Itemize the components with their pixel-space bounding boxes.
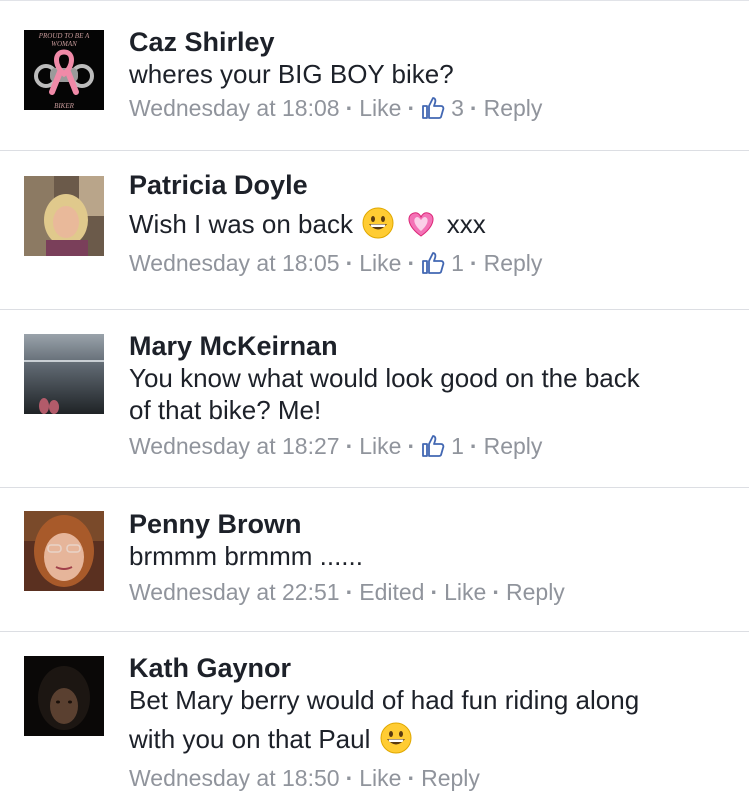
comment-timestamp[interactable]: Wednesday at 18:50 [129,765,340,791]
avatar[interactable] [24,511,104,591]
comment-meta: Wednesday at 22:51 · Edited · Like · Reply [129,576,729,608]
reply-button[interactable]: Reply [484,433,543,459]
like-count: 3 [451,95,464,121]
like-button[interactable]: Like [359,95,401,121]
meta-separator: · [469,95,478,121]
reaction-count[interactable]: 1 [421,250,464,276]
avatar-image [24,334,104,414]
avatar[interactable] [24,656,104,736]
meta-separator: · [469,433,478,459]
comment-author[interactable]: Mary McKeirnan [129,330,729,362]
sparkling-heart-emoji [408,212,434,237]
avatar-image [24,656,104,736]
like-button[interactable]: Like [359,765,401,791]
comment-text-line: You know what would look good on the bac… [129,363,640,393]
grinning-face-emoji [362,207,394,239]
grinning-face-emoji [380,722,412,754]
comment-timestamp[interactable]: Wednesday at 22:51 [129,579,340,605]
comment-text-line: with you on that Paul [129,724,371,754]
meta-separator: · [469,250,478,276]
meta-separator: · [345,250,354,276]
comment-text-row: Wish I was on back xxx [129,203,729,245]
avatar[interactable] [24,176,104,256]
comment-meta: Wednesday at 18:50 · Like · Reply [129,762,729,794]
comment-text-line: of that bike? Me! [129,395,322,425]
meta-separator: · [430,579,439,605]
avatar-caption: PROUD TO BE A [38,32,90,40]
comment: PROUD TO BE A WOMAN BIKER Caz Shirley wh… [0,0,749,151]
like-button[interactable]: Like [444,579,486,605]
comment-author[interactable]: Penny Brown [129,508,729,540]
comment-suffix: xxx [446,209,486,239]
comment-timestamp[interactable]: Wednesday at 18:05 [129,250,340,276]
comment-timestamp[interactable]: Wednesday at 18:08 [129,95,340,121]
comment-text: wheres your BIG BOY bike? [129,59,454,89]
comment-text-row: with you on that Paul [129,718,729,760]
comment-meta: Wednesday at 18:27 · Like · 1 · Reply [129,430,729,462]
comment: Kath Gaynor Bet Mary berry would of had … [0,632,749,810]
avatar-image [24,176,104,256]
meta-separator: · [407,250,416,276]
comment-author[interactable]: Kath Gaynor [129,652,729,684]
reply-button[interactable]: Reply [421,765,480,791]
comment-meta: Wednesday at 18:08 · Like · 3 · Reply [129,92,729,124]
comment-timestamp[interactable]: Wednesday at 18:27 [129,433,340,459]
avatar-caption: WOMAN [51,40,77,48]
comment-text: brmmm brmmm ...... [129,541,363,571]
comment-thread: PROUD TO BE A WOMAN BIKER Caz Shirley wh… [0,0,749,810]
reaction-count[interactable]: 1 [421,433,464,459]
meta-separator: · [407,433,416,459]
reply-button[interactable]: Reply [484,250,543,276]
like-button[interactable]: Like [359,250,401,276]
meta-separator: · [407,95,416,121]
comment-text: Wish I was on back [129,209,353,239]
edited-label[interactable]: Edited [359,579,424,605]
avatar-image: PROUD TO BE A WOMAN BIKER [24,30,104,110]
comment-author[interactable]: Patricia Doyle [129,169,729,201]
meta-separator: · [345,95,354,121]
reply-button[interactable]: Reply [506,579,565,605]
reply-button[interactable]: Reply [484,95,543,121]
avatar[interactable]: PROUD TO BE A WOMAN BIKER [24,30,104,110]
thumbs-up-icon [422,435,445,457]
comment: Mary McKeirnan You know what would look … [0,310,749,488]
thumbs-up-icon [422,97,445,119]
meta-separator: · [345,433,354,459]
avatar-image [24,511,104,591]
reaction-count[interactable]: 3 [421,95,464,121]
thumbs-up-icon [422,252,445,274]
meta-separator: · [345,579,354,605]
comment: Patricia Doyle Wish I was on back xxx We… [0,151,749,310]
comment: Penny Brown brmmm brmmm ...... Wednesday… [0,488,749,632]
avatar[interactable] [24,334,104,414]
comment-meta: Wednesday at 18:05 · Like · 1 · Reply [129,247,729,279]
comment-text-line: Bet Mary berry would of had fun riding a… [129,685,640,715]
like-count: 1 [451,433,464,459]
meta-separator: · [407,765,416,791]
meta-separator: · [492,579,500,605]
like-count: 1 [451,250,464,276]
like-button[interactable]: Like [359,433,401,459]
avatar-caption: BIKER [54,102,75,110]
comment-author[interactable]: Caz Shirley [129,26,729,58]
meta-separator: · [345,765,354,791]
